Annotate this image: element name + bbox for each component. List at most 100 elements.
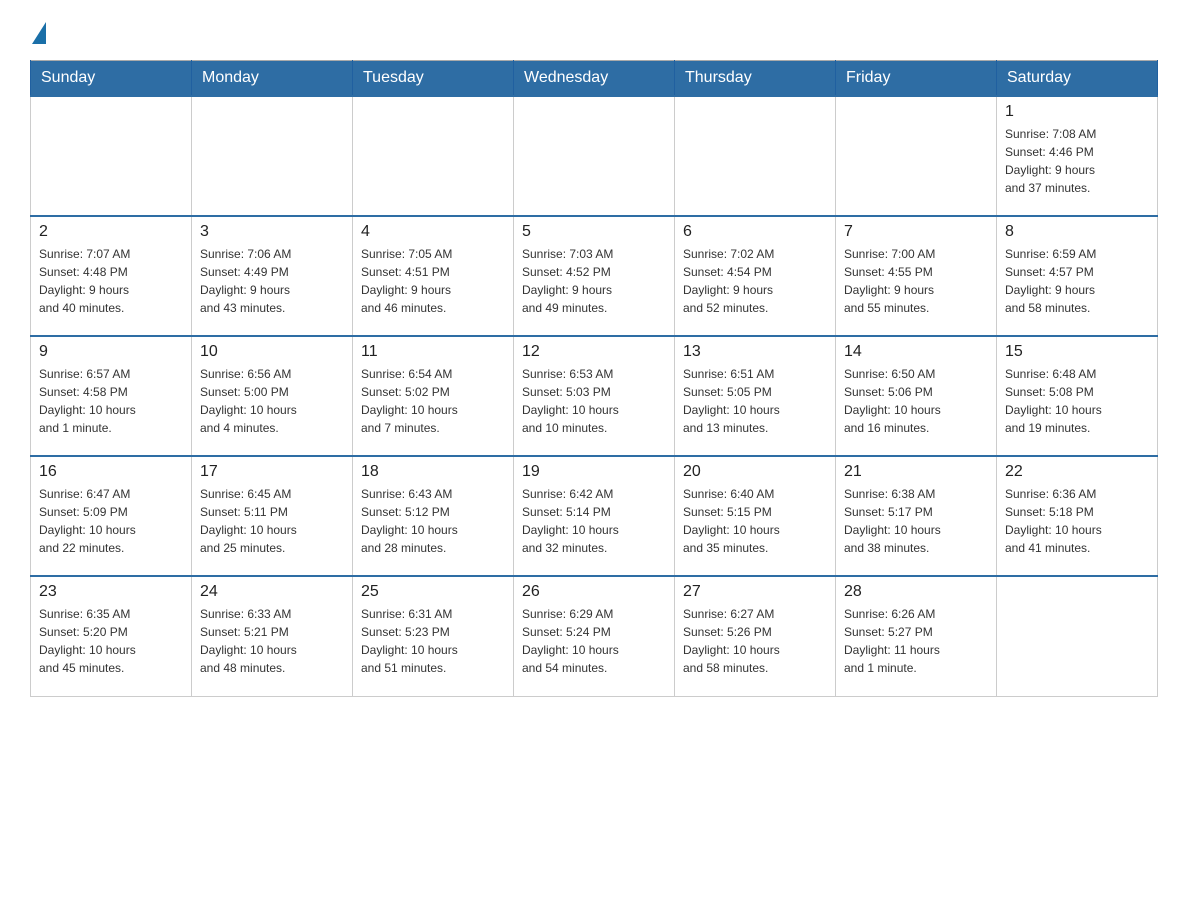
day-number: 12 [522, 343, 666, 361]
calendar-cell: 27 Sunrise: 6:27 AM Sunset: 5:26 PM Dayli… [675, 576, 836, 696]
calendar-cell [192, 96, 353, 216]
day-info: Sunrise: 6:50 AM Sunset: 5:06 PM Dayligh… [844, 365, 988, 437]
calendar-cell [31, 96, 192, 216]
calendar-cell: 1 Sunrise: 7:08 AM Sunset: 4:46 PM Daylig… [997, 96, 1158, 216]
day-info: Sunrise: 6:59 AM Sunset: 4:57 PM Dayligh… [1005, 245, 1149, 317]
calendar-week-row: 23Sunrise: 6:35 AM Sunset: 5:20 PM Dayli… [31, 576, 1158, 696]
day-info: Sunrise: 7:00 AM Sunset: 4:55 PM Dayligh… [844, 245, 988, 317]
day-info: Sunrise: 6:42 AM Sunset: 5:14 PM Dayligh… [522, 485, 666, 557]
day-number: 6 [683, 223, 827, 241]
calendar-cell [997, 576, 1158, 696]
day-number: 3 [200, 223, 344, 241]
calendar-cell [836, 96, 997, 216]
weekday-header-thursday: Thursday [675, 61, 836, 97]
calendar-cell [514, 96, 675, 216]
calendar-cell: 3 Sunrise: 7:06 AM Sunset: 4:49 PM Daylig… [192, 216, 353, 336]
day-info: Sunrise: 6:56 AM Sunset: 5:00 PM Dayligh… [200, 365, 344, 437]
day-info: Sunrise: 6:33 AM Sunset: 5:21 PM Dayligh… [200, 605, 344, 677]
day-info: Sunrise: 7:03 AM Sunset: 4:52 PM Dayligh… [522, 245, 666, 317]
day-info: Sunrise: 7:08 AM Sunset: 4:46 PM Dayligh… [1005, 125, 1149, 197]
day-number: 11 [361, 343, 505, 361]
day-info: Sunrise: 6:43 AM Sunset: 5:12 PM Dayligh… [361, 485, 505, 557]
calendar-cell [675, 96, 836, 216]
calendar-cell: 4Sunrise: 7:05 AM Sunset: 4:51 PM Daylig… [353, 216, 514, 336]
day-info: Sunrise: 6:29 AM Sunset: 5:24 PM Dayligh… [522, 605, 666, 677]
calendar-cell: 28 Sunrise: 6:26 AM Sunset: 5:27 PM Dayli… [836, 576, 997, 696]
calendar-cell: 24 Sunrise: 6:33 AM Sunset: 5:21 PM Dayli… [192, 576, 353, 696]
weekday-header-friday: Friday [836, 61, 997, 97]
calendar-cell: 21 Sunrise: 6:38 AM Sunset: 5:17 PM Dayli… [836, 456, 997, 576]
logo [30, 20, 46, 44]
day-info: Sunrise: 7:05 AM Sunset: 4:51 PM Dayligh… [361, 245, 505, 317]
day-number: 1 [1005, 103, 1149, 121]
day-number: 14 [844, 343, 988, 361]
calendar-cell: 20 Sunrise: 6:40 AM Sunset: 5:15 PM Dayli… [675, 456, 836, 576]
weekday-header-wednesday: Wednesday [514, 61, 675, 97]
day-info: Sunrise: 7:06 AM Sunset: 4:49 PM Dayligh… [200, 245, 344, 317]
calendar-week-row: 2 Sunrise: 7:07 AM Sunset: 4:48 PM Daylig… [31, 216, 1158, 336]
calendar-cell: 19 Sunrise: 6:42 AM Sunset: 5:14 PM Dayli… [514, 456, 675, 576]
day-info: Sunrise: 6:47 AM Sunset: 5:09 PM Dayligh… [39, 485, 183, 557]
calendar-week-row: 1 Sunrise: 7:08 AM Sunset: 4:46 PM Daylig… [31, 96, 1158, 216]
day-number: 22 [1005, 463, 1149, 481]
calendar-cell: 11 Sunrise: 6:54 AM Sunset: 5:02 PM Dayli… [353, 336, 514, 456]
day-info: Sunrise: 6:54 AM Sunset: 5:02 PM Dayligh… [361, 365, 505, 437]
day-info: Sunrise: 7:07 AM Sunset: 4:48 PM Dayligh… [39, 245, 183, 317]
calendar-cell: 10 Sunrise: 6:56 AM Sunset: 5:00 PM Dayli… [192, 336, 353, 456]
calendar-cell: 17Sunrise: 6:45 AM Sunset: 5:11 PM Dayli… [192, 456, 353, 576]
day-number: 21 [844, 463, 988, 481]
day-info: Sunrise: 6:57 AM Sunset: 4:58 PM Dayligh… [39, 365, 183, 437]
calendar-cell: 25 Sunrise: 6:31 AM Sunset: 5:23 PM Dayli… [353, 576, 514, 696]
day-number: 15 [1005, 343, 1149, 361]
calendar-cell: 16 Sunrise: 6:47 AM Sunset: 5:09 PM Dayli… [31, 456, 192, 576]
calendar-cell: 14 Sunrise: 6:50 AM Sunset: 5:06 PM Dayli… [836, 336, 997, 456]
calendar-cell: 6Sunrise: 7:02 AM Sunset: 4:54 PM Daylig… [675, 216, 836, 336]
calendar-cell: 18 Sunrise: 6:43 AM Sunset: 5:12 PM Dayli… [353, 456, 514, 576]
day-number: 27 [683, 583, 827, 601]
day-info: Sunrise: 6:40 AM Sunset: 5:15 PM Dayligh… [683, 485, 827, 557]
calendar-cell: 5 Sunrise: 7:03 AM Sunset: 4:52 PM Daylig… [514, 216, 675, 336]
calendar-cell: 23Sunrise: 6:35 AM Sunset: 5:20 PM Dayli… [31, 576, 192, 696]
day-info: Sunrise: 6:38 AM Sunset: 5:17 PM Dayligh… [844, 485, 988, 557]
weekday-header-saturday: Saturday [997, 61, 1158, 97]
day-number: 16 [39, 463, 183, 481]
page-header [30, 20, 1158, 44]
calendar-cell: 12Sunrise: 6:53 AM Sunset: 5:03 PM Dayli… [514, 336, 675, 456]
calendar-cell: 8 Sunrise: 6:59 AM Sunset: 4:57 PM Daylig… [997, 216, 1158, 336]
calendar-table: SundayMondayTuesdayWednesdayThursdayFrid… [30, 60, 1158, 697]
day-number: 13 [683, 343, 827, 361]
day-info: Sunrise: 6:36 AM Sunset: 5:18 PM Dayligh… [1005, 485, 1149, 557]
weekday-header-sunday: Sunday [31, 61, 192, 97]
calendar-week-row: 9Sunrise: 6:57 AM Sunset: 4:58 PM Daylig… [31, 336, 1158, 456]
day-number: 2 [39, 223, 183, 241]
calendar-cell: 26 Sunrise: 6:29 AM Sunset: 5:24 PM Dayli… [514, 576, 675, 696]
day-number: 28 [844, 583, 988, 601]
day-info: Sunrise: 6:26 AM Sunset: 5:27 PM Dayligh… [844, 605, 988, 677]
day-number: 25 [361, 583, 505, 601]
calendar-cell: 2 Sunrise: 7:07 AM Sunset: 4:48 PM Daylig… [31, 216, 192, 336]
calendar-cell: 9Sunrise: 6:57 AM Sunset: 4:58 PM Daylig… [31, 336, 192, 456]
day-number: 23 [39, 583, 183, 601]
day-number: 8 [1005, 223, 1149, 241]
day-number: 26 [522, 583, 666, 601]
weekday-header-tuesday: Tuesday [353, 61, 514, 97]
day-info: Sunrise: 6:27 AM Sunset: 5:26 PM Dayligh… [683, 605, 827, 677]
day-number: 19 [522, 463, 666, 481]
day-number: 18 [361, 463, 505, 481]
day-info: Sunrise: 6:51 AM Sunset: 5:05 PM Dayligh… [683, 365, 827, 437]
calendar-cell [353, 96, 514, 216]
calendar-cell: 15 Sunrise: 6:48 AM Sunset: 5:08 PM Dayli… [997, 336, 1158, 456]
logo-triangle-icon [32, 22, 46, 44]
calendar-week-row: 16 Sunrise: 6:47 AM Sunset: 5:09 PM Dayli… [31, 456, 1158, 576]
day-number: 5 [522, 223, 666, 241]
day-number: 20 [683, 463, 827, 481]
calendar-cell: 7 Sunrise: 7:00 AM Sunset: 4:55 PM Daylig… [836, 216, 997, 336]
day-number: 10 [200, 343, 344, 361]
day-number: 24 [200, 583, 344, 601]
day-number: 7 [844, 223, 988, 241]
day-info: Sunrise: 6:31 AM Sunset: 5:23 PM Dayligh… [361, 605, 505, 677]
calendar-cell: 22 Sunrise: 6:36 AM Sunset: 5:18 PM Dayli… [997, 456, 1158, 576]
weekday-header-row: SundayMondayTuesdayWednesdayThursdayFrid… [31, 61, 1158, 97]
weekday-header-monday: Monday [192, 61, 353, 97]
day-info: Sunrise: 6:48 AM Sunset: 5:08 PM Dayligh… [1005, 365, 1149, 437]
